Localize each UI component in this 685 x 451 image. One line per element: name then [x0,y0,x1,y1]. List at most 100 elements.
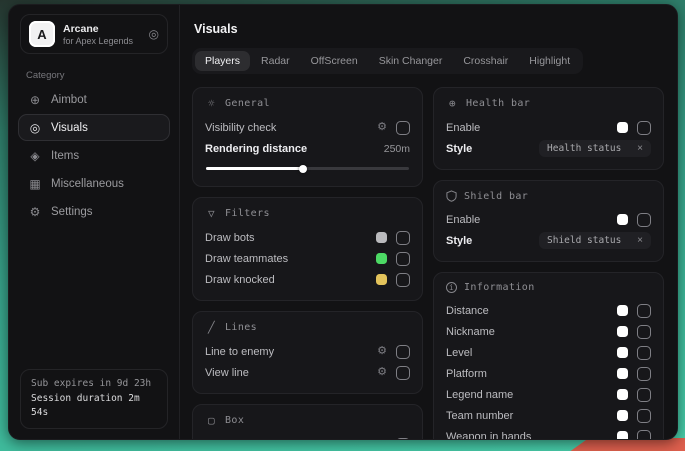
slider-thumb[interactable] [299,165,307,173]
filters-header: ▽ Filters [205,207,410,220]
view-line-row: View line ⚙ [205,362,410,383]
tab-crosshair[interactable]: Crosshair [453,51,518,71]
sidebar-item-miscellaneous[interactable]: ▦ Miscellaneous [18,170,170,197]
eye-icon: ◎ [28,121,42,135]
color-swatch[interactable] [617,326,628,337]
nickname-row: Nickname [446,321,651,342]
color-swatch[interactable] [617,305,628,316]
color-swatch[interactable] [617,122,628,133]
team-number-checkbox[interactable] [637,409,651,423]
row-label: Team number [446,410,513,422]
platform-row: Platform [446,363,651,384]
box-icon: ▢ [205,414,218,427]
shield-enable-checkbox[interactable] [637,213,651,227]
settings-columns: ☼ General Visibility check ⚙ Rendering d… [192,87,664,440]
draw-bots-checkbox[interactable] [396,231,410,245]
row-label: Style [446,143,472,155]
box-card: ▢ Box Enable Enable background [192,404,423,440]
tab-players[interactable]: Players [195,51,250,71]
draw-teammates-checkbox[interactable] [396,252,410,266]
visibility-check-row: Visibility check ⚙ [205,117,410,138]
color-swatch[interactable] [617,214,628,225]
app-name: Arcane [63,23,141,35]
app-subtitle: for Apex Legends [63,36,141,46]
nickname-checkbox[interactable] [637,325,651,339]
sun-icon: ☼ [205,97,218,110]
box-enable-checkbox[interactable] [396,438,410,441]
color-swatch[interactable] [617,368,628,379]
shield-style-select[interactable]: Shield status × [539,232,651,249]
box-enable-row: Enable [205,434,410,440]
color-swatch[interactable] [617,431,628,440]
color-swatch[interactable] [376,274,387,285]
level-checkbox[interactable] [637,346,651,360]
distance-checkbox[interactable] [637,304,651,318]
color-swatch[interactable] [376,253,387,264]
shield-enable-row: Enable [446,209,651,230]
color-swatch[interactable] [617,410,628,421]
tab-highlight[interactable]: Highlight [519,51,580,71]
view-line-checkbox[interactable] [396,366,410,380]
tab-skin-changer[interactable]: Skin Changer [369,51,453,71]
tab-bar: Players Radar OffScreen Skin Changer Cro… [192,48,583,74]
health-enable-checkbox[interactable] [637,121,651,135]
row-label: Draw knocked [205,274,275,286]
color-swatch[interactable] [617,389,628,400]
visibility-check-checkbox[interactable] [396,121,410,135]
weapon-in-hands-row: Weapon in hands [446,426,651,440]
health-bar-header: ⊕ Health bar [446,97,651,110]
crosshair-icon: ⊕ [28,93,42,107]
gear-icon[interactable]: ⚙ [377,367,387,378]
main-panel: Visuals Players Radar OffScreen Skin Cha… [180,5,677,439]
color-swatch[interactable] [376,439,387,440]
tab-radar[interactable]: Radar [251,51,300,71]
sidebar-item-aimbot[interactable]: ⊕ Aimbot [18,86,170,113]
draw-knocked-checkbox[interactable] [396,273,410,287]
color-swatch[interactable] [617,347,628,358]
gear-icon[interactable]: ⚙ [377,122,387,133]
sidebar-item-settings[interactable]: ⚙ Settings [18,198,170,225]
row-label: Level [446,347,472,359]
sidebar-item-items[interactable]: ◈ Items [18,142,170,169]
sidebar-item-visuals[interactable]: ◎ Visuals [18,114,170,141]
section-title: Health bar [466,98,530,109]
row-label: Line to enemy [205,346,274,358]
diagonal-line-icon: ╱ [205,321,218,334]
color-swatch[interactable] [376,232,387,243]
sidebar-item-label: Aimbot [51,94,87,106]
select-value: Shield status [547,235,621,246]
tab-offscreen[interactable]: OffScreen [301,51,368,71]
row-label: Draw teammates [205,253,288,265]
information-card: i Information Distance Nickname [433,272,664,440]
clear-icon[interactable]: × [637,236,643,246]
platform-checkbox[interactable] [637,367,651,381]
sidebar-item-label: Miscellaneous [51,178,124,190]
draw-knocked-row: Draw knocked [205,269,410,290]
shield-bar-card: Shield bar Enable Style Shield status [433,180,664,262]
draw-teammates-row: Draw teammates [205,248,410,269]
health-style-select[interactable]: Health status × [539,140,651,157]
weapon-in-hands-checkbox[interactable] [637,430,651,441]
legend-name-checkbox[interactable] [637,388,651,402]
information-header: i Information [446,282,651,293]
row-label: Weapon in hands [446,431,531,441]
lines-card: ╱ Lines Line to enemy ⚙ View line ⚙ [192,311,423,394]
category-label: Category [26,70,179,81]
general-card: ☼ General Visibility check ⚙ Rendering d… [192,87,423,187]
filters-card: ▽ Filters Draw bots Draw teammates [192,197,423,301]
rendering-distance-slider[interactable] [206,164,409,173]
gear-icon[interactable]: ⚙ [377,346,387,357]
legend-name-row: Legend name [446,384,651,405]
section-title: Shield bar [464,191,528,202]
clear-icon[interactable]: × [637,144,643,154]
row-label: View line [205,367,249,379]
health-icon: ⊕ [446,97,459,110]
line-to-enemy-checkbox[interactable] [396,345,410,359]
sidebar-item-label: Visuals [51,122,88,134]
target-icon[interactable]: ◎ [149,28,159,40]
grid-icon: ▦ [28,177,42,191]
section-title: Box [225,415,244,426]
health-enable-row: Enable [446,117,651,138]
row-label: Enable [205,439,239,441]
box-header: ▢ Box [205,414,410,427]
